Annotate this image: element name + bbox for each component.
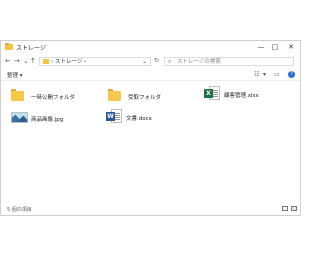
address-bar[interactable]: › ストレージ › ⌄ [39,57,151,66]
title-bar: ストレージ — □ ✕ [1,41,300,55]
list-item[interactable]: 商品画像.jpg [11,109,91,127]
view-options-icon[interactable]: ☷ [254,71,259,78]
excel-file-icon: X [204,85,220,101]
item-label: 一時公開フォルダ [31,95,76,101]
folder-icon [5,43,13,50]
item-label: 受取フォルダ [128,95,162,101]
path-segment[interactable]: ストレージ [55,59,82,65]
address-path: › ストレージ › [51,58,86,66]
recent-locations-icon[interactable]: ⌄ [23,57,29,66]
details-view-icon[interactable] [282,206,288,211]
item-label: 商品画像.jpg [31,117,64,123]
image-file-icon [11,112,28,123]
help-icon[interactable]: ? [288,71,295,78]
maximize-button[interactable]: □ [269,42,281,53]
search-icon: ⌕ [168,58,172,65]
item-count: 5 個の項目 [7,207,32,213]
search-placeholder: ストレージの検索 [177,59,221,65]
organize-button[interactable]: 整理 ▾ [7,71,23,79]
list-item[interactable]: 受取フォルダ [108,87,188,105]
preview-pane-icon[interactable]: ▭ [274,71,280,78]
path-chevron-icon: › [51,59,54,65]
minimize-button[interactable]: — [255,42,267,53]
command-bar: 整理 ▾ ☷ ▾ ▭ ? [1,69,300,81]
item-label: 顧客管理.xlsx [224,93,259,99]
folder-icon [108,89,121,101]
search-input[interactable]: ⌕ ストレージの検索 [164,57,294,66]
list-item[interactable]: 一時公開フォルダ [11,87,91,105]
path-chevron-icon: › [84,59,87,65]
file-list: 一時公開フォルダ 受取フォルダ X 顧客管理.xlsx 商品画像.jpg W 文… [1,81,300,203]
folder-icon [43,59,49,64]
status-bar: 5 個の項目 [1,203,300,215]
list-item[interactable]: X 顧客管理.xlsx [204,85,294,103]
word-file-icon: W [106,108,122,124]
list-item[interactable]: W 文書.docx [106,108,186,126]
address-dropdown-icon[interactable]: ⌄ [142,58,147,66]
item-label: 文書.docx [126,116,152,122]
refresh-icon[interactable]: ↻ [154,57,159,64]
folder-icon [11,89,24,101]
close-button[interactable]: ✕ [285,42,297,53]
address-row: ← → ⌄ ↑ › ストレージ › ⌄ ↻ ⌕ ストレージの検索 [1,55,300,69]
up-arrow-icon[interactable]: ↑ [30,57,36,66]
explorer-window: ストレージ — □ ✕ ← → ⌄ ↑ › ストレージ › ⌄ ↻ ⌕ ストレー… [0,40,301,216]
view-more-icon[interactable]: ▾ [263,71,266,78]
back-arrow-icon[interactable]: ← [5,57,11,66]
forward-arrow-icon[interactable]: → [14,57,20,66]
large-icons-view-icon[interactable] [291,206,297,211]
window-title: ストレージ [16,45,46,52]
